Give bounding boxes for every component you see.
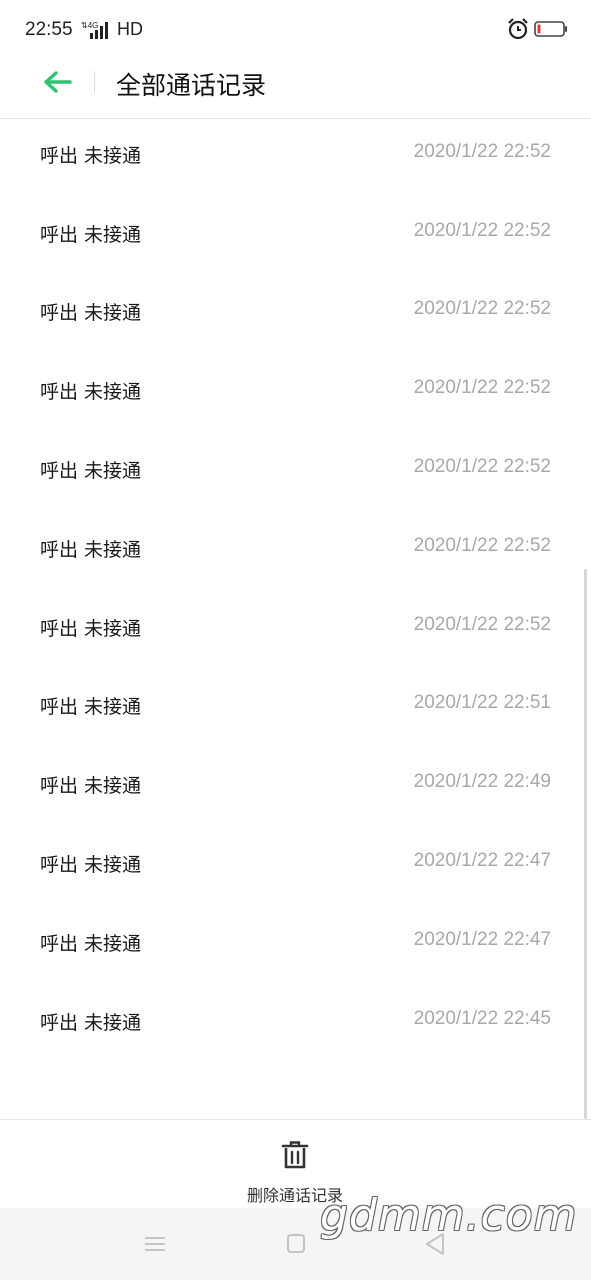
call-timestamp: 2020/1/22 22:52	[413, 613, 551, 635]
arrow-left-icon	[44, 71, 72, 93]
call-log-row[interactable]: 呼出 未接通 2020/1/22 22:52	[0, 196, 591, 275]
status-time: 22:55	[25, 19, 73, 40]
call-log-row[interactable]: 呼出 未接通 2020/1/22 22:52	[0, 119, 591, 196]
call-timestamp: 2020/1/22 22:51	[413, 692, 551, 714]
call-log-row[interactable]: 呼出 未接通 2020/1/22 22:52	[0, 590, 591, 669]
call-log-items: 呼出 未接通 2020/1/22 22:52 呼出 未接通 2020/1/22 22:…	[0, 119, 591, 1062]
call-status-label: 呼出 未接通	[40, 775, 142, 798]
call-log-row[interactable]: 呼出 未接通 2020/1/22 22:52	[0, 432, 591, 511]
call-timestamp: 2020/1/22 22:52	[413, 534, 551, 556]
call-log-row[interactable]: 呼出 未接通 2020/1/22 22:47	[0, 826, 591, 905]
call-status-label: 呼出 未接通	[40, 302, 142, 325]
call-status-label: 呼出 未接通	[40, 617, 142, 640]
call-log-row[interactable]: 呼出 未接通 2020/1/22 22:47	[0, 905, 591, 984]
call-status-label: 呼出 未接通	[40, 538, 142, 561]
call-status-label: 呼出 未接通	[40, 223, 142, 246]
status-bar: 22:55 ⇅4G HD	[0, 0, 591, 60]
page-title: 全部通话记录	[116, 71, 267, 100]
call-timestamp: 2020/1/22 22:47	[413, 928, 551, 950]
call-timestamp: 2020/1/22 22:49	[413, 771, 551, 793]
watermark: gdmm.com	[320, 1190, 578, 1241]
menu-icon[interactable]	[140, 1230, 170, 1258]
trash-icon	[281, 1141, 309, 1169]
svg-text:⇅4G: ⇅4G	[81, 21, 98, 30]
call-timestamp: 2020/1/22 22:52	[413, 219, 551, 241]
header-divider	[94, 71, 95, 93]
call-log-row[interactable]: 呼出 未接通 2020/1/22 22:49	[0, 747, 591, 826]
call-timestamp: 2020/1/22 22:45	[413, 1007, 551, 1029]
call-timestamp: 2020/1/22 22:52	[413, 140, 551, 162]
back-button[interactable]	[38, 66, 76, 98]
call-status-label: 呼出 未接通	[40, 853, 142, 876]
call-status-label: 呼出 未接通	[40, 459, 142, 482]
alarm-clock-icon	[508, 18, 528, 40]
call-status-label: 呼出 未接通	[40, 932, 142, 955]
call-log-row[interactable]: 呼出 未接通 2020/1/22 22:51	[0, 668, 591, 747]
call-log-list[interactable]: 呼出 未接通 2020/1/22 22:52 呼出 未接通 2020/1/22 22:…	[0, 119, 591, 1119]
call-timestamp: 2020/1/22 22:52	[413, 377, 551, 399]
call-log-row[interactable]: 呼出 未接通 2020/1/22 22:52	[0, 274, 591, 353]
call-status-label: 呼出 未接通	[40, 144, 142, 167]
call-status-label: 呼出 未接通	[40, 696, 142, 719]
call-log-row[interactable]: 呼出 未接通 2020/1/22 22:52	[0, 511, 591, 590]
call-timestamp: 2020/1/22 22:52	[413, 298, 551, 320]
app-header: 全部通话记录	[0, 60, 591, 119]
call-timestamp: 2020/1/22 22:47	[413, 849, 551, 871]
call-log-row[interactable]: 呼出 未接通 2020/1/22 22:45	[0, 984, 591, 1063]
scrollbar[interactable]	[584, 569, 587, 1119]
call-status-label: 呼出 未接通	[40, 381, 142, 404]
call-status-label: 呼出 未接通	[40, 1011, 142, 1034]
network-type: HD	[117, 19, 143, 39]
home-icon[interactable]	[281, 1230, 311, 1258]
battery-low-icon	[534, 21, 567, 37]
call-log-row[interactable]: 呼出 未接通 2020/1/22 22:52	[0, 353, 591, 432]
call-timestamp: 2020/1/22 22:52	[413, 455, 551, 477]
system-nav-bar: gdmm.com	[0, 1190, 591, 1280]
signal-4g-icon: ⇅4G	[81, 21, 108, 39]
